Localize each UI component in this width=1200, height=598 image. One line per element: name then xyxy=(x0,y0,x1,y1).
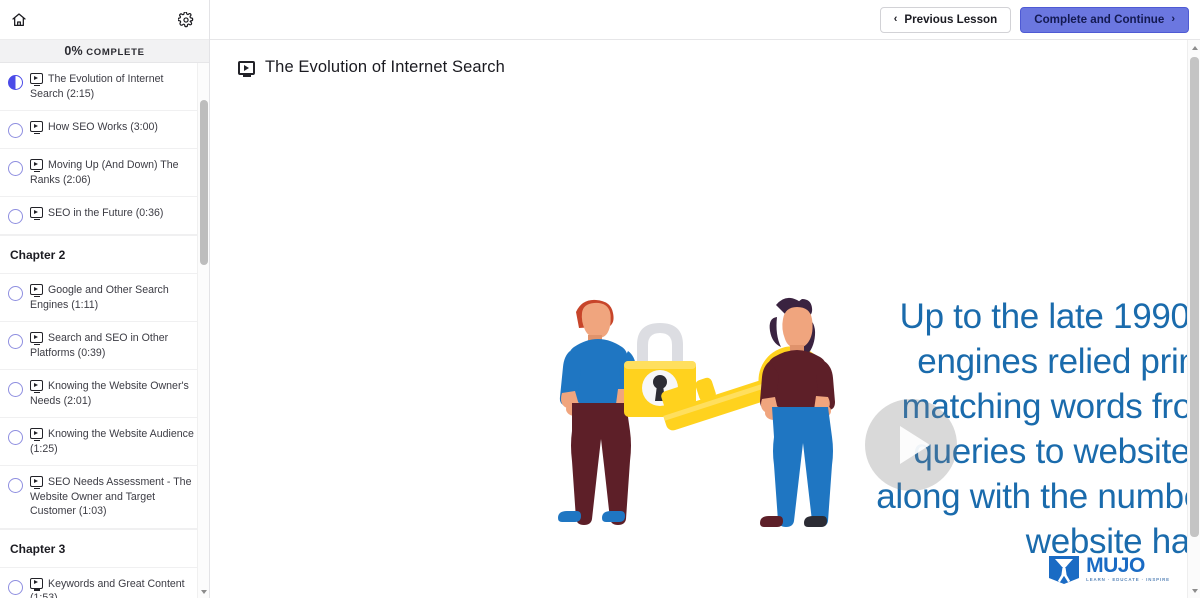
sidebar-toolbar xyxy=(0,0,209,40)
status-not-started-icon xyxy=(8,579,24,596)
sidebar-scrollbar[interactable] xyxy=(197,63,209,598)
gear-icon[interactable] xyxy=(174,8,198,32)
sidebar-item-lesson[interactable]: Knowing the Website Audience (1:25) xyxy=(0,418,209,466)
course-player: 0% COMPLETE The Evolution of Internet Se… xyxy=(0,0,1200,598)
sidebar-item-label: Knowing the Website Owner's Needs (2:01) xyxy=(30,379,195,408)
sidebar-item-body: Google and Other Search Engines (1:11) xyxy=(30,283,195,312)
sidebar-item-label: How SEO Works (3:00) xyxy=(30,120,195,135)
video-icon xyxy=(30,428,43,442)
mujo-logo-name: MUJO xyxy=(1086,554,1145,578)
sidebar-item-lesson[interactable]: SEO Needs Assessment - The Website Owner… xyxy=(0,466,209,529)
sidebar-chapter-heading: Chapter 2 xyxy=(0,235,209,274)
sidebar-scroll-down-icon[interactable] xyxy=(198,585,210,598)
sidebar-item-lesson[interactable]: Moving Up (And Down) The Ranks (2:06) xyxy=(0,149,209,197)
sidebar-item-body: SEO Needs Assessment - The Website Owner… xyxy=(30,475,195,519)
sidebar-item-text: Keywords and Great Content (1:53) xyxy=(30,577,185,598)
mujo-logo: MUJO LEARN · EDUCATE · INSPIRE xyxy=(1047,552,1170,586)
video-icon xyxy=(30,380,43,394)
status-not-started-icon xyxy=(8,382,24,398)
video-icon xyxy=(238,60,255,77)
sidebar-item-body: SEO in the Future (0:36) xyxy=(30,206,195,221)
page-scrollbar-thumb[interactable] xyxy=(1190,57,1199,537)
sidebar-item-lesson[interactable]: Google and Other Search Engines (1:11) xyxy=(0,274,209,322)
progress-word: COMPLETE xyxy=(86,47,145,58)
sidebar-item-body: Knowing the Website Audience (1:25) xyxy=(30,427,195,456)
play-icon xyxy=(900,426,930,464)
previous-lesson-label: Previous Lesson xyxy=(904,13,998,26)
page-scroll-up-icon[interactable] xyxy=(1188,40,1200,55)
status-not-started-icon xyxy=(8,209,24,225)
status-not-started-icon xyxy=(8,478,24,494)
sidebar-item-body: Keywords and Great Content (1:53) xyxy=(30,577,195,598)
sidebar-item-lesson[interactable]: Keywords and Great Content (1:53) xyxy=(0,568,209,598)
sidebar-item-text: The Evolution of Internet Search (2:15) xyxy=(30,73,164,100)
sidebar-item-lesson[interactable]: How SEO Works (3:00) xyxy=(0,111,209,149)
video-icon xyxy=(30,476,43,490)
sidebar-item-lesson[interactable]: The Evolution of Internet Search (2:15) xyxy=(0,63,209,111)
video-icon xyxy=(30,73,43,87)
video-icon xyxy=(30,577,43,591)
previous-lesson-button[interactable]: ‹ Previous Lesson xyxy=(879,6,1012,33)
sidebar-item-text: Moving Up (And Down) The Ranks (2:06) xyxy=(30,159,179,186)
sidebar-item-text: Knowing the Website Owner's Needs (2:01) xyxy=(30,380,189,407)
mujo-logo-tagline: LEARN · EDUCATE · INSPIRE xyxy=(1086,577,1170,583)
sidebar-item-body: Knowing the Website Owner's Needs (2:01) xyxy=(30,379,195,408)
sidebar-item-label: SEO in the Future (0:36) xyxy=(30,206,195,221)
video-icon xyxy=(30,159,43,173)
lesson-header: The Evolution of Internet Search xyxy=(210,40,1200,89)
sidebar-item-label: Search and SEO in Other Platforms (0:39) xyxy=(30,331,195,360)
status-not-started-icon xyxy=(8,430,24,446)
sidebar-item-label: Knowing the Website Audience (1:25) xyxy=(30,427,195,456)
sidebar-item-text: SEO in the Future (0:36) xyxy=(48,207,164,219)
video-icon xyxy=(30,207,43,221)
sidebar-item-body: The Evolution of Internet Search (2:15) xyxy=(30,72,195,101)
sidebar-item-body: How SEO Works (3:00) xyxy=(30,120,195,135)
status-in-progress-icon xyxy=(8,75,24,91)
sidebar-item-body: Moving Up (And Down) The Ranks (2:06) xyxy=(30,158,195,187)
video-icon xyxy=(30,332,43,346)
sidebar-item-body: Search and SEO in Other Platforms (0:39) xyxy=(30,331,195,360)
lesson-toolbar: ‹ Previous Lesson Complete and Continue … xyxy=(210,0,1200,40)
sidebar-item-label: SEO Needs Assessment - The Website Owner… xyxy=(30,475,195,519)
sidebar-item-label: Moving Up (And Down) The Ranks (2:06) xyxy=(30,158,195,187)
video-player[interactable]: Up to the late 1990's, search engines re… xyxy=(210,89,1188,598)
sidebar-item-label: Keywords and Great Content (1:53) xyxy=(30,577,195,598)
sidebar-item-text: Knowing the Website Audience (1:25) xyxy=(30,428,194,455)
page-scroll-down-icon[interactable] xyxy=(1188,583,1200,598)
illustration-people-padlock-key xyxy=(558,297,835,527)
play-button[interactable] xyxy=(865,399,957,491)
sidebar-item-text: How SEO Works (3:00) xyxy=(48,121,158,133)
sidebar-item-label: Google and Other Search Engines (1:11) xyxy=(30,283,195,312)
progress-percent: 0% xyxy=(64,44,83,58)
status-not-started-icon xyxy=(8,286,24,302)
status-not-started-icon xyxy=(8,123,24,139)
complete-and-continue-button[interactable]: Complete and Continue › xyxy=(1020,6,1189,33)
page-title: The Evolution of Internet Search xyxy=(265,58,505,76)
chevron-left-icon: ‹ xyxy=(893,13,898,25)
chevron-right-icon: › xyxy=(1171,13,1175,25)
sidebar-item-text: Search and SEO in Other Platforms (0:39) xyxy=(30,332,169,359)
page-scrollbar[interactable] xyxy=(1187,40,1200,598)
complete-and-continue-label: Complete and Continue xyxy=(1034,13,1165,26)
sidebar-scrollbar-thumb[interactable] xyxy=(200,100,208,265)
progress-label: 0% COMPLETE xyxy=(64,44,144,58)
sidebar-item-text: SEO Needs Assessment - The Website Owner… xyxy=(30,476,192,517)
sidebar-item-lesson[interactable]: Search and SEO in Other Platforms (0:39) xyxy=(0,322,209,370)
main-content: ‹ Previous Lesson Complete and Continue … xyxy=(210,0,1200,598)
video-icon xyxy=(30,284,43,298)
video-icon xyxy=(30,121,43,135)
sidebar-chapter-heading: Chapter 3 xyxy=(0,528,209,568)
status-not-started-icon xyxy=(8,334,24,350)
home-icon[interactable] xyxy=(7,8,31,32)
progress-indicator: 0% COMPLETE xyxy=(0,40,209,63)
sidebar-item-text: Google and Other Search Engines (1:11) xyxy=(30,284,169,311)
sidebar-item-lesson[interactable]: Knowing the Website Owner's Needs (2:01) xyxy=(0,370,209,418)
sidebar-item-lesson[interactable]: SEO in the Future (0:36) xyxy=(0,197,209,235)
video-slide: Up to the late 1990's, search engines re… xyxy=(210,89,1188,598)
sidebar-lesson-list: The Evolution of Internet Search (2:15) H… xyxy=(0,63,209,598)
sidebar-item-label: The Evolution of Internet Search (2:15) xyxy=(30,72,195,101)
status-not-started-icon xyxy=(8,161,24,177)
mujo-mark-icon xyxy=(1049,556,1080,584)
course-sidebar: 0% COMPLETE The Evolution of Internet Se… xyxy=(0,0,210,598)
